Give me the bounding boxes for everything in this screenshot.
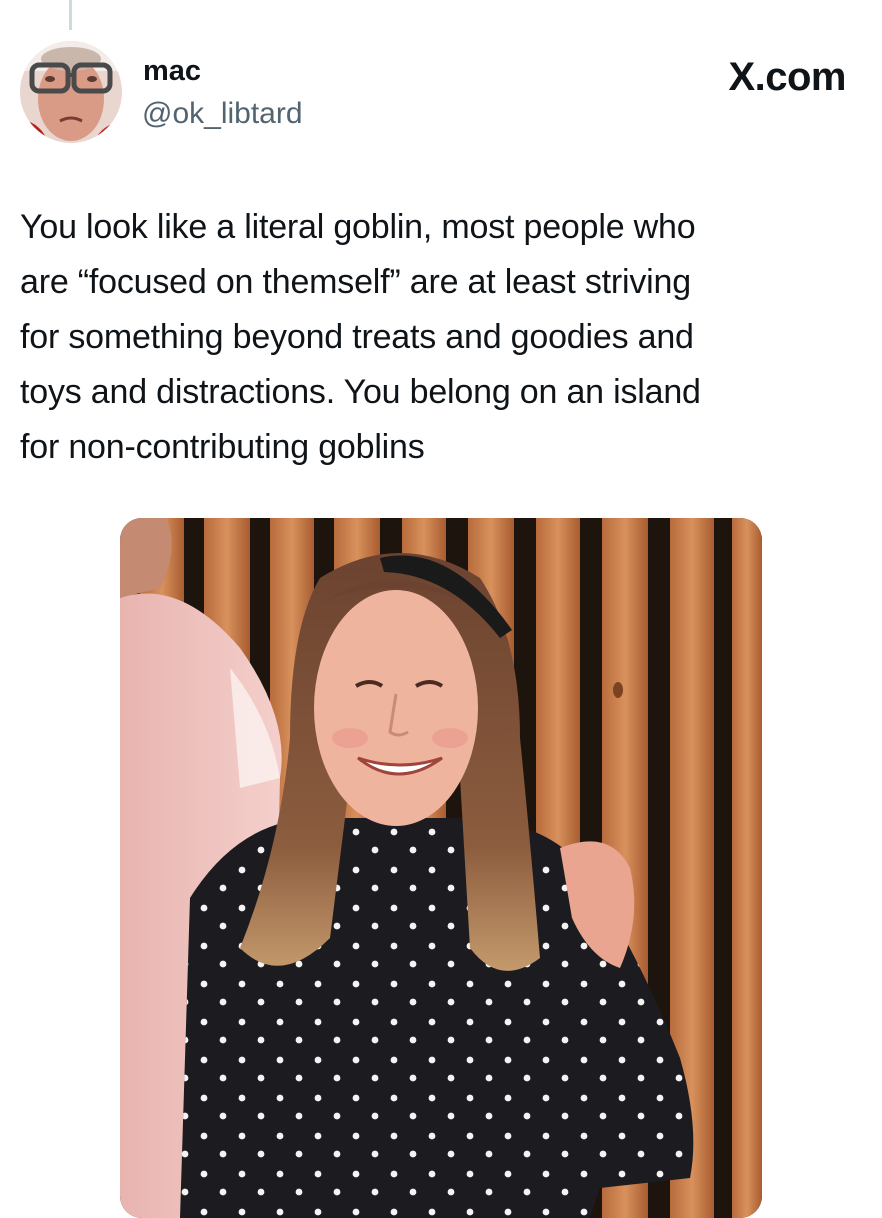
tweet-text: You look like a literal goblin, most peo… [20, 200, 860, 475]
thread-connector-line [69, 0, 72, 30]
avatar[interactable] [20, 41, 122, 143]
tweet-text-line: are “focused on themself” are at least s… [20, 263, 691, 301]
avatar-photo [20, 41, 122, 143]
tweet-text-line: for something beyond treats and goodies … [20, 318, 694, 356]
tweet-photo-image [120, 518, 762, 1218]
author-handle[interactable]: @ok_libtard [142, 97, 303, 131]
tweet-text-line: toys and distractions. You belong on an … [20, 373, 701, 411]
tweet-photo[interactable] [120, 518, 762, 1218]
author-display-name[interactable]: mac [143, 54, 201, 88]
brand-watermark: X.com [728, 55, 846, 99]
tweet-text-line: for non-contributing goblins [20, 428, 425, 466]
tweet-text-line: You look like a literal goblin, most peo… [20, 208, 696, 246]
